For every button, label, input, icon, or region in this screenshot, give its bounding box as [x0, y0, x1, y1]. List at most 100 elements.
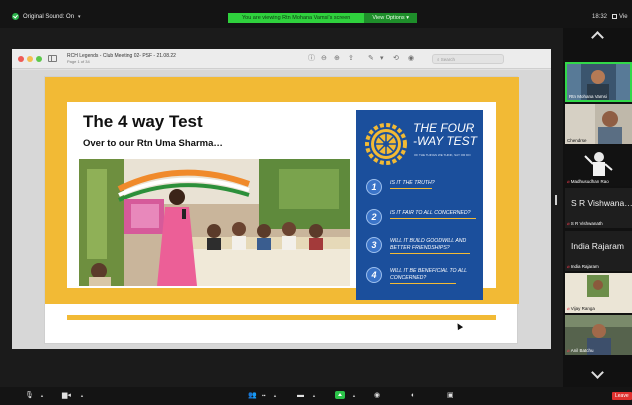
participant-tile[interactable]: India Rajaram ⌀India Rajaram — [565, 231, 632, 271]
participant-tile[interactable]: ⌀Vijay Ranga — [565, 273, 632, 313]
chevron-up-icon[interactable]: ▲ — [312, 393, 316, 398]
participant-name: ⌀Madhusudhan Rao — [567, 179, 609, 185]
question-item: 3 WILL IT BUILD GOODWILL AND BETTER FRIE… — [366, 236, 478, 256]
participant-name: ⌀S R Vishwanath — [567, 221, 603, 227]
question-underline — [390, 253, 470, 254]
info-icon[interactable]: ⓘ — [308, 55, 315, 63]
event-photo-image — [79, 159, 350, 286]
panel-resize-handle[interactable] — [555, 195, 557, 205]
slide-card: The 4 way Test Over to our Rtn Uma Sharm… — [67, 102, 496, 300]
participant-name-text: S R Vishwanath — [570, 221, 603, 226]
mic-muted-icon: ⌀ — [567, 348, 570, 353]
mic-muted-icon: ⌀ — [567, 264, 570, 269]
share-icon[interactable]: ⇪ — [348, 55, 354, 63]
grid-view-icon — [612, 14, 617, 19]
participant-name: Rtn Mohana Vamsi — [569, 94, 607, 99]
question-number: 2 — [366, 209, 382, 225]
chat-icon[interactable]: ▬ — [297, 392, 304, 400]
participant-name: Chendrse — [567, 138, 587, 143]
chevron-down-icon: ▾ — [78, 13, 81, 20]
question-number: 3 — [366, 237, 382, 253]
participant-tile[interactable]: Rtn Mohana Vamsi — [565, 62, 632, 102]
maximize-window-button[interactable] — [36, 56, 42, 62]
question-underline — [390, 188, 432, 189]
share-screen-button[interactable] — [335, 391, 345, 399]
clock: 18:32 — [592, 14, 608, 20]
security-shield-icon — [12, 13, 19, 20]
question-underline — [390, 218, 476, 219]
four-way-test-panel: THE FOUR -WAY TEST OF THE THINGS WE THIN… — [356, 110, 483, 300]
viewing-screen-label: You are viewing Rtn Mohana Vamsi's scree… — [228, 13, 365, 23]
participants-icon[interactable]: 👥 — [248, 392, 257, 400]
event-photo — [79, 159, 350, 286]
question-item: 1 IS IT THE TRUTH? — [366, 178, 478, 198]
participant-count-icon: ▪▪ — [262, 393, 266, 399]
screen-share-banner: You are viewing Rtn Mohana Vamsi's scree… — [228, 13, 417, 23]
participant-tile[interactable]: ⌀Anil Batchu — [565, 315, 632, 355]
question-text: WILL IT BUILD GOODWILL AND BETTER FRIEND… — [390, 238, 467, 251]
mic-muted-icon: ⌀ — [567, 179, 570, 184]
leave-button[interactable]: Leave — [612, 392, 632, 400]
participant-name: ⌀India Rajaram — [567, 264, 599, 270]
question-number: 4 — [366, 267, 382, 283]
participant-name-large: S R Vishwana… — [571, 198, 632, 208]
video-camera-icon[interactable]: ▆◂ — [62, 392, 71, 400]
chevron-up-icon[interactable]: ▲ — [352, 393, 356, 398]
original-sound-label: Original Sound: On — [23, 13, 75, 20]
question-text: WILL IT BE BENEFICIAL TO ALL CONCERNED? — [390, 268, 467, 281]
question-number: 1 — [366, 179, 382, 195]
participant-name: ⌀Vijay Ranga — [567, 306, 595, 312]
slide-page: The 4 way Test Over to our Rtn Uma Sharm… — [44, 76, 519, 344]
slide-bottom-bar — [67, 315, 496, 320]
participant-name-text: India Rajaram — [570, 264, 599, 269]
participant-name-text: Vijay Ranga — [570, 306, 595, 311]
question-item: 2 IS IT FAIR TO ALL CONCERNED? — [366, 208, 478, 228]
rotate-icon[interactable]: ⟲ — [393, 55, 399, 63]
chevron-up-icon[interactable]: ▲ — [273, 393, 277, 398]
slide-subheading: Over to our Rtn Uma Sharma… — [83, 138, 223, 149]
close-window-button[interactable] — [18, 56, 24, 62]
participant-tile[interactable]: S R Vishwana… ⌀S R Vishwanath — [565, 188, 632, 228]
search-placeholder: Search — [440, 57, 456, 62]
question-text: IS IT THE TRUTH? — [390, 180, 435, 186]
meeting-controls-bar — [0, 387, 632, 405]
microphone-icon[interactable]: 🎙 — [25, 392, 34, 400]
participant-tile[interactable]: Chendrse — [565, 104, 632, 144]
markup-pen-icon[interactable]: ✎ — [368, 55, 374, 63]
mic-muted-icon: ⌀ — [567, 221, 570, 226]
chevron-up-icon[interactable]: ▲ — [40, 393, 44, 398]
participant-name: ⌀Anil Batchu — [567, 348, 593, 354]
record-icon[interactable]: ◉ — [374, 392, 380, 400]
rotary-wheel-icon — [365, 123, 407, 165]
document-canvas[interactable]: The 4 way Test Over to our Rtn Uma Sharm… — [12, 70, 551, 349]
document-page-count: Page 1 of 34 — [67, 59, 90, 64]
zoom-in-icon[interactable]: ⊕ — [334, 55, 340, 63]
annotate-icon[interactable]: ◉ — [408, 55, 414, 63]
pdf-viewer-toolbar: RCH Legends - Club Meeting 02- PSF - 21.… — [12, 49, 551, 69]
apps-icon[interactable]: ▣ — [447, 392, 454, 400]
view-layout-button[interactable]: Vie — [612, 14, 628, 20]
shared-screen: RCH Legends - Club Meeting 02- PSF - 21.… — [12, 49, 551, 349]
four-way-test-title: THE FOUR -WAY TEST — [413, 121, 478, 148]
view-options-button[interactable]: View Options ▾ — [364, 13, 417, 23]
question-item: 4 WILL IT BE BENEFICIAL TO ALL CONCERNED… — [366, 266, 478, 286]
slide-heading: The 4 way Test — [83, 112, 203, 131]
mic-muted-icon: ⌀ — [567, 306, 570, 311]
search-input[interactable]: ⌕ Search — [432, 54, 504, 64]
reactions-icon[interactable]: ◐ — [411, 392, 415, 400]
sidebar-toggle-icon[interactable] — [48, 55, 57, 62]
participant-name-large: India Rajaram — [571, 241, 624, 251]
question-underline — [390, 283, 456, 284]
minimize-window-button[interactable] — [27, 56, 33, 62]
zoom-window: Original Sound: On ▾ You are viewing Rtn… — [0, 0, 632, 405]
participant-tile[interactable]: ⌀Madhusudhan Rao — [565, 146, 632, 186]
participant-name-text: Anil Batchu — [570, 348, 594, 353]
four-way-test-tagline: OF THE THINGS WE THINK, SAY OR DO — [414, 153, 471, 157]
chevron-up-icon[interactable]: ▲ — [80, 393, 84, 398]
original-sound-toggle[interactable]: Original Sound: On ▾ — [12, 13, 81, 20]
chevron-down-icon[interactable]: ▾ — [380, 55, 384, 63]
question-text: IS IT FAIR TO ALL CONCERNED? — [390, 210, 471, 216]
view-layout-label: Vie — [619, 14, 628, 20]
participant-name-text: Madhusudhan Rao — [570, 179, 609, 184]
zoom-out-icon[interactable]: ⊖ — [321, 55, 327, 63]
